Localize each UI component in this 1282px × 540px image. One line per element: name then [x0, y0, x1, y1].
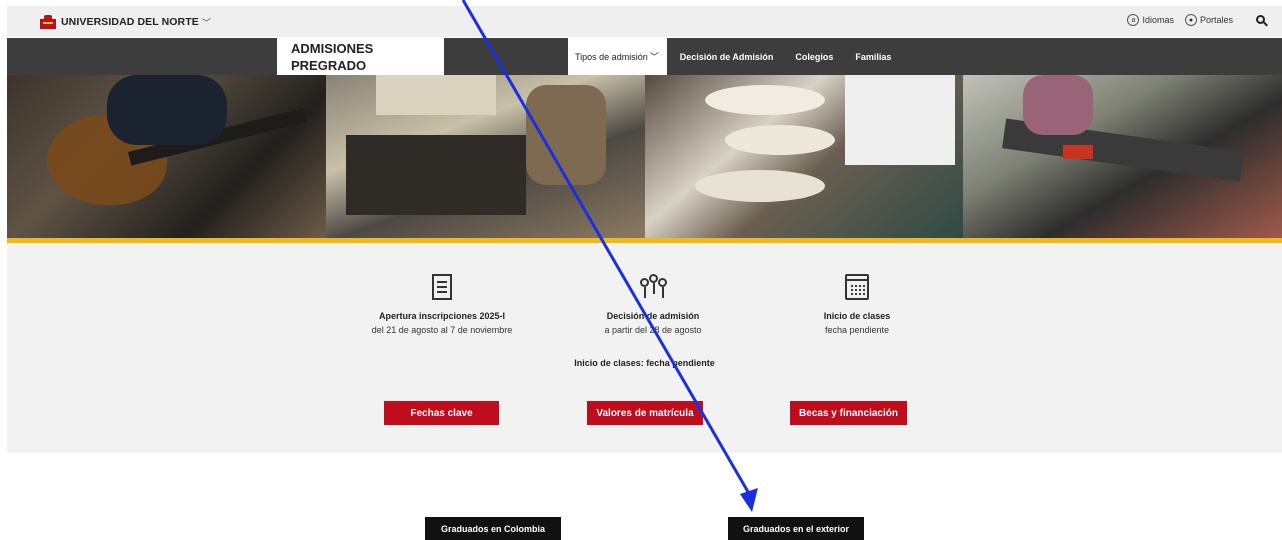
idiomas-label: Idiomas	[1142, 15, 1174, 25]
nav-familias[interactable]: Familias	[855, 52, 891, 62]
info-item-decision: Decisión de admisión a partir del 28 de …	[553, 272, 753, 337]
fechas-clave-button[interactable]: Fechas clave	[384, 401, 499, 425]
conveyor-lab-photo	[963, 75, 1282, 239]
info-subtitle: fecha pendiente	[824, 325, 890, 335]
calendar-icon	[843, 272, 871, 304]
section-title-line2: PREGRADO	[291, 58, 367, 73]
search-icon[interactable]	[1256, 15, 1268, 27]
info-title: Apertura inscripciones 2025-I	[378, 311, 506, 321]
main-nav: ADMISIONES PREGRADO Tipos de admisión ﹀ …	[7, 38, 1282, 75]
nav-tipos-admision[interactable]: Tipos de admisión ﹀	[568, 38, 667, 75]
chevron-down-icon[interactable]: ﹀	[202, 16, 211, 29]
nav-colegios[interactable]: Colegios	[795, 52, 833, 62]
guitar-photo	[7, 75, 326, 239]
user-icon: ●	[1184, 14, 1197, 26]
university-logo[interactable]: UNIVERSIDAD DEL NORTE ﹀	[40, 15, 211, 29]
keys-icon	[639, 272, 667, 304]
admission-info-section: Apertura inscripciones 2025-I del 21 de …	[7, 243, 1282, 453]
idiomas-link[interactable]: a Idiomas	[1127, 14, 1174, 26]
section-title-line1: ADMISIONES	[291, 41, 374, 56]
info-title: Inicio de clases	[823, 311, 891, 321]
arrow-head	[740, 488, 758, 512]
logo-text: UNIVERSIDAD DEL NORTE	[61, 16, 199, 28]
top-bar: UNIVERSIDAD DEL NORTE ﹀ a Idiomas ● Port…	[7, 6, 1282, 37]
info-item-inicio-clases: Inicio de clases fecha pendiente	[757, 272, 957, 337]
becas-financiacion-button[interactable]: Becas y financiación	[790, 401, 907, 425]
graduados-exterior-button[interactable]: Graduados en el exterior	[728, 517, 864, 540]
portales-label: Portales	[1199, 15, 1233, 25]
info-subtitle: del 21 de agosto al 7 de noviembre	[371, 325, 513, 335]
graduados-colombia-button[interactable]: Graduados en Colombia	[425, 517, 561, 540]
nav-decision-admision[interactable]: Decisión de Admisión	[680, 52, 774, 62]
language-icon: a	[1127, 14, 1140, 26]
info-subtitle: a partir del 28 de agosto	[604, 325, 702, 335]
university-crest-icon	[40, 15, 56, 29]
saw-workshop-photo	[325, 75, 645, 239]
nav-tipos-admision-label: Tipos de admisión	[575, 51, 648, 62]
chevron-down-icon: ﹀	[649, 52, 659, 62]
model-tower-photo	[644, 75, 964, 239]
info-title: Decisión de admisión	[606, 311, 700, 321]
portales-link[interactable]: ● Portales	[1184, 14, 1233, 26]
form-edit-icon	[428, 272, 456, 304]
section-title[interactable]: ADMISIONES PREGRADO	[277, 38, 444, 75]
inicio-clases-note: Inicio de clases: fecha pendiente	[574, 358, 715, 368]
valores-matricula-button[interactable]: Valores de matrícula	[587, 401, 703, 425]
hero-banner	[7, 75, 1282, 239]
info-item-inscripciones: Apertura inscripciones 2025-I del 21 de …	[342, 272, 542, 337]
